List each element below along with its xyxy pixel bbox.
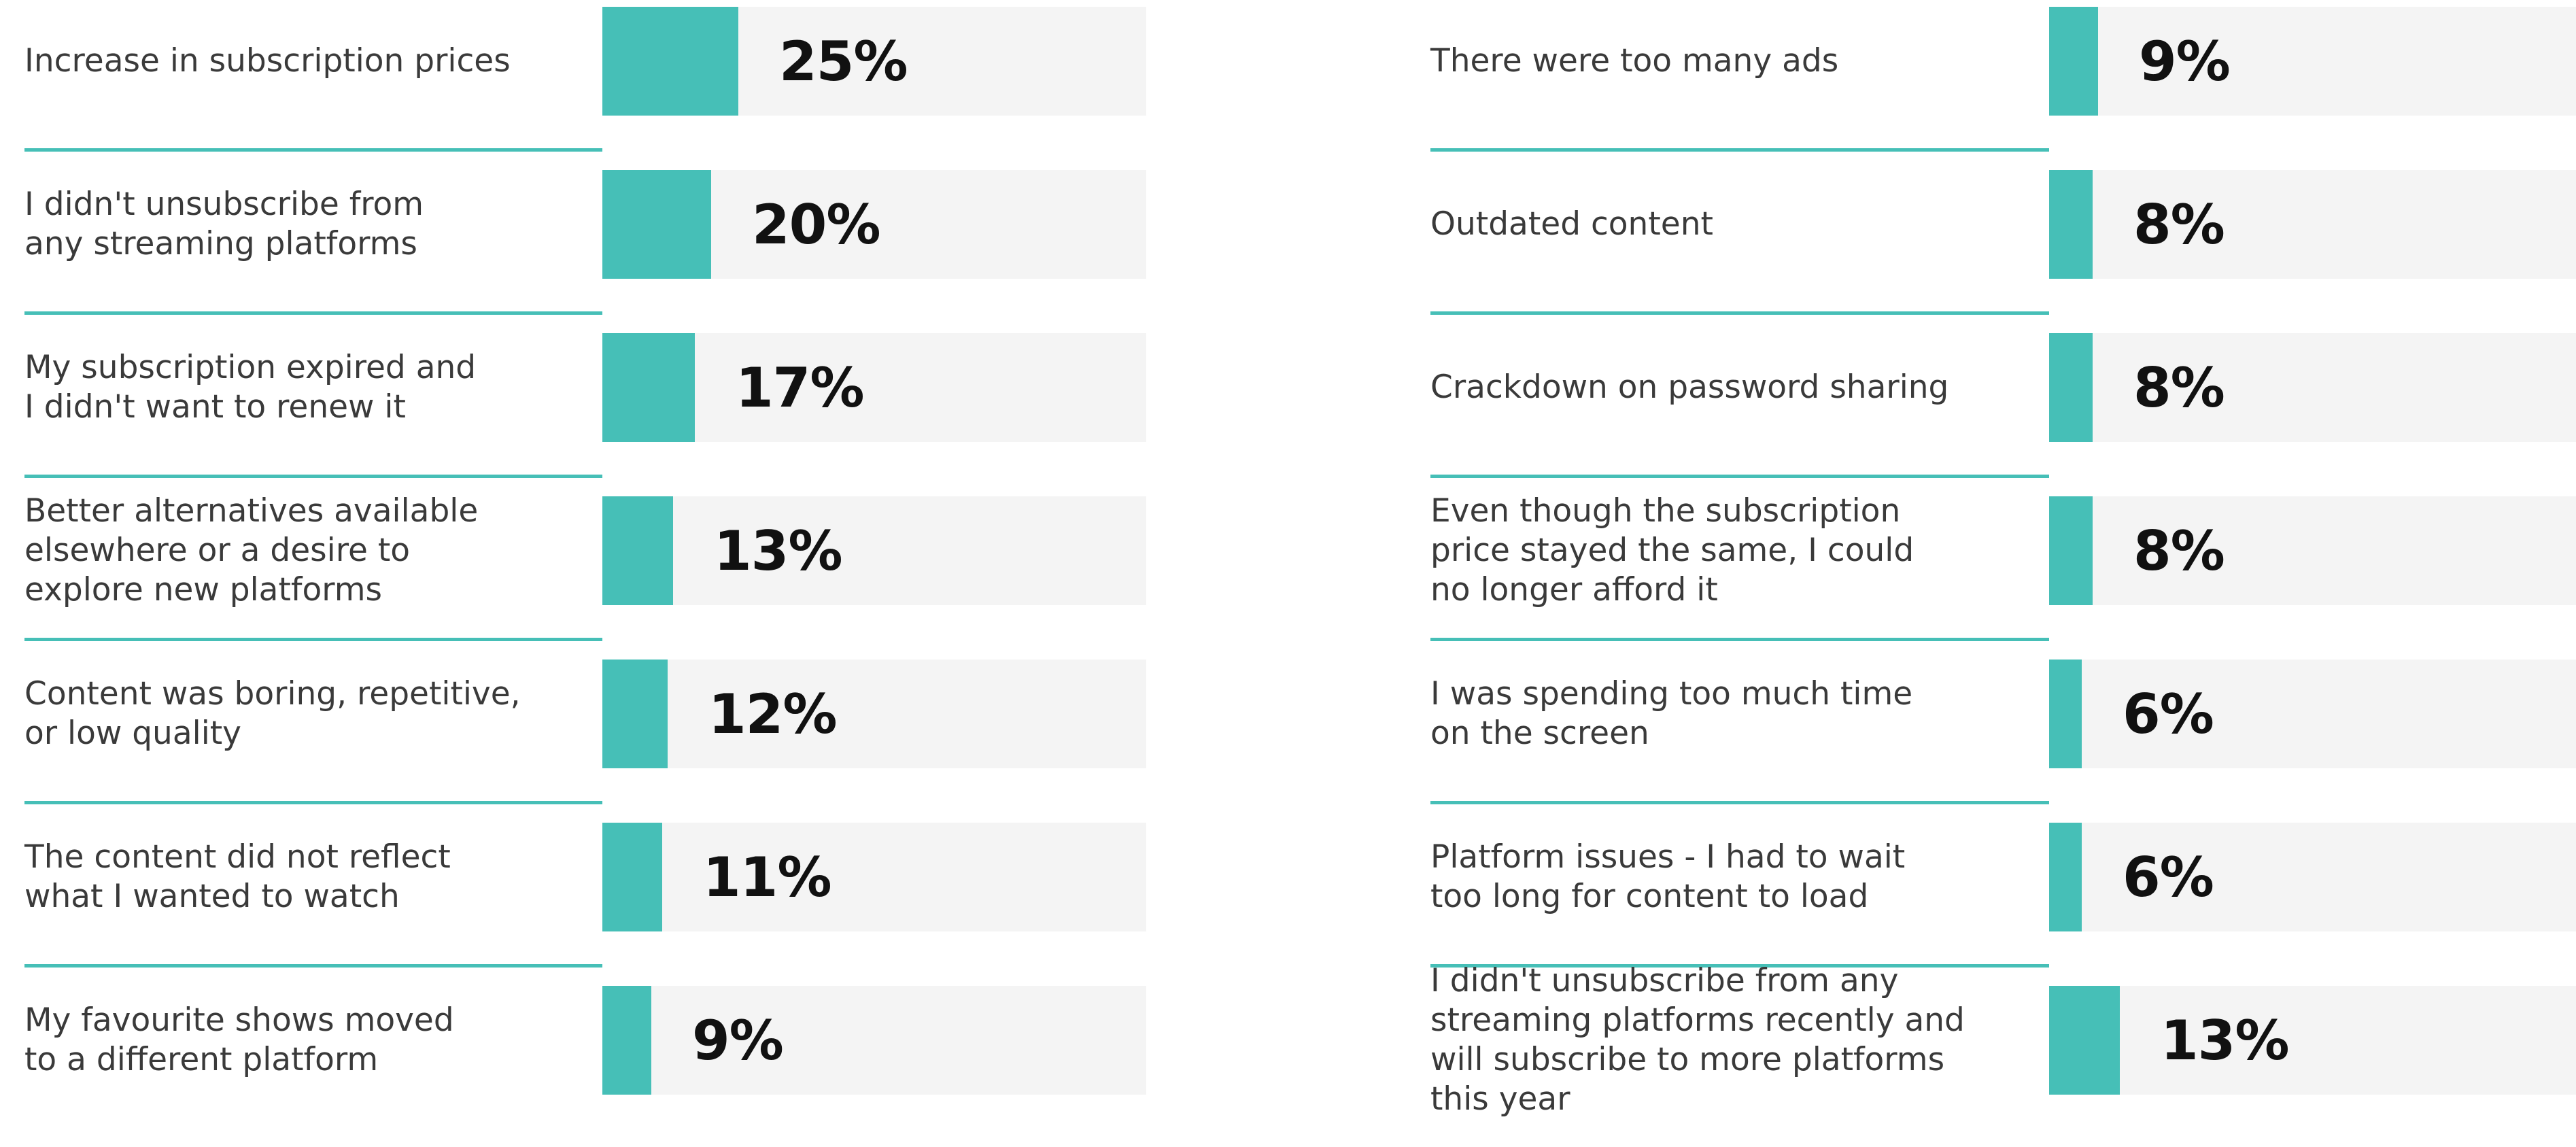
bar-label: Outdated content (1430, 205, 1713, 243)
bar-label: I didn't unsubscribe from any streaming … (1430, 962, 1965, 1118)
data-label: 9% (692, 1008, 784, 1072)
bar-track: 9% (2049, 7, 2576, 116)
bar (2049, 986, 2120, 1095)
bar-label: I didn't unsubscribe from any streaming … (24, 186, 424, 262)
bar-label: The content did not reflect what I wante… (24, 838, 451, 915)
data-label: 8% (2133, 519, 2225, 583)
row-divider (1430, 311, 2049, 315)
bar-label: Increase in subscription prices (24, 42, 511, 80)
bar-label: Platform issues - I had to wait too long… (1430, 838, 1906, 915)
bar (602, 170, 711, 279)
bar-label: There were too many ads (1430, 42, 1839, 80)
data-label: 8% (2133, 192, 2225, 256)
bar-label: My subscription expired and I didn't wan… (24, 349, 477, 426)
bar-track: 8% (2049, 170, 2576, 279)
row-divider (24, 148, 602, 152)
bar-track: 12% (602, 660, 1146, 768)
row-divider (24, 311, 602, 315)
bar-track: 9% (602, 986, 1146, 1095)
bar-track: 6% (2049, 823, 2576, 931)
bar (2049, 660, 2082, 768)
bar (2049, 333, 2093, 442)
bar-label: Better alternatives available elsewhere … (24, 492, 479, 609)
bar-track: 8% (2049, 496, 2576, 605)
bar (602, 823, 662, 931)
bar-track: 13% (2049, 986, 2576, 1095)
data-label: 11% (703, 845, 831, 909)
bar-label: Crackdown on password sharing (1430, 369, 1949, 406)
bar (2049, 823, 2082, 931)
bar-label: My favourite shows moved to a different … (24, 1002, 454, 1078)
bar (602, 986, 651, 1095)
row-divider (1430, 638, 2049, 641)
data-label: 20% (752, 192, 880, 256)
row-divider (24, 475, 602, 478)
data-label: 6% (2123, 845, 2214, 909)
row-divider (1430, 475, 2049, 478)
row-divider (24, 801, 602, 804)
data-label: 12% (708, 682, 837, 746)
data-label: 25% (779, 29, 908, 93)
bar-label: Content was boring, repetitive, or low q… (24, 675, 521, 752)
bar-label: I was spending too much time on the scre… (1430, 675, 1913, 752)
bar (602, 333, 695, 442)
bar (602, 660, 668, 768)
data-label: 17% (736, 356, 864, 420)
data-label: 8% (2133, 356, 2225, 420)
bar-label: Even though the subscription price staye… (1430, 492, 1914, 609)
bar-track: 25% (602, 7, 1146, 116)
data-label: 9% (2139, 29, 2231, 93)
bar-track: 6% (2049, 660, 2576, 768)
bar (602, 496, 673, 605)
row-divider (1430, 148, 2049, 152)
bar-track: 8% (2049, 333, 2576, 442)
data-label: 13% (714, 519, 842, 583)
bar (2049, 170, 2093, 279)
data-label: 13% (2161, 1008, 2289, 1072)
bar (2049, 7, 2098, 116)
row-divider (1430, 801, 2049, 804)
bar (2049, 496, 2093, 605)
bar-track: 13% (602, 496, 1146, 605)
bar-track: 11% (602, 823, 1146, 931)
row-divider (24, 638, 602, 641)
bar-track: 20% (602, 170, 1146, 279)
bar (602, 7, 738, 116)
bar-track: 17% (602, 333, 1146, 442)
data-label: 6% (2123, 682, 2214, 746)
row-divider (24, 964, 602, 968)
